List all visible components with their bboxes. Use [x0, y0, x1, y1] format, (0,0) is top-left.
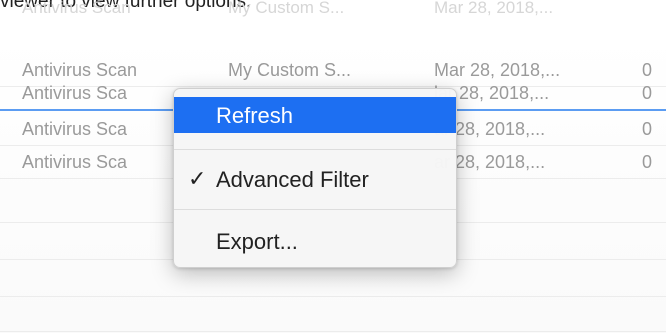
export-label: Export...: [216, 229, 298, 254]
refresh-menu-item[interactable]: Refresh: [174, 97, 456, 133]
empty-row: [0, 264, 666, 297]
advanced-filter-menu-item[interactable]: ✓ Advanced Filter: [174, 161, 456, 197]
ghost-profile: My Custom S...: [228, 0, 345, 17]
menu-separator: [174, 149, 456, 150]
refresh-label: Refresh: [216, 103, 294, 128]
context-menu: Refresh ✓ Advanced Filter Export...: [173, 88, 457, 268]
count-cell: 0: [642, 119, 653, 139]
date-cell: ar 28, 2018,...: [434, 119, 546, 139]
count-cell: 0: [642, 83, 653, 103]
checkmark-icon: ✓: [188, 166, 207, 191]
menu-separator: [174, 209, 456, 210]
count-cell: 0: [642, 152, 653, 172]
faded-header-row: Antivirus Scan My Custom S... Mar 28, 20…: [0, 0, 666, 20]
export-menu-item[interactable]: Export...: [174, 223, 456, 259]
date-cell: lar 28, 2018,...: [434, 83, 550, 103]
ghost-type: Antivirus Scan: [22, 0, 131, 17]
ghost-date: Mar 28, 2018,...: [434, 0, 554, 17]
advanced-filter-label: Advanced Filter: [216, 167, 369, 192]
date-cell: ar 28, 2018,...: [434, 152, 546, 172]
empty-row: [0, 299, 666, 332]
